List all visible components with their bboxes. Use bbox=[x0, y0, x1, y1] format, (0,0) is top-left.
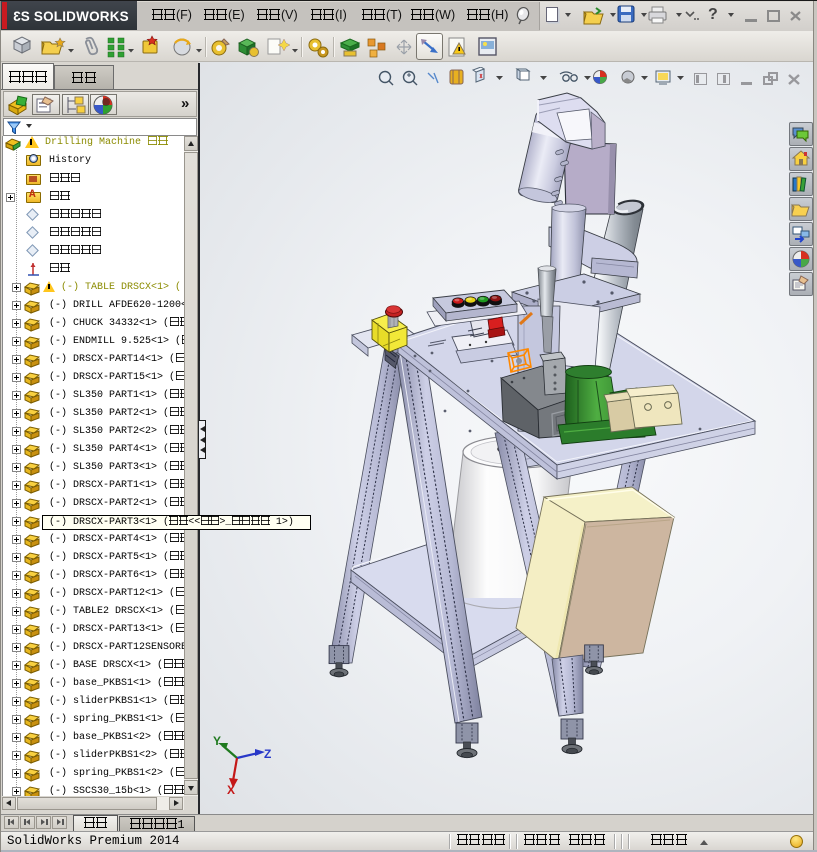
svg-text:Z: Z bbox=[264, 747, 271, 761]
svg-text:X: X bbox=[227, 783, 235, 797]
svg-text:Y: Y bbox=[213, 734, 221, 748]
